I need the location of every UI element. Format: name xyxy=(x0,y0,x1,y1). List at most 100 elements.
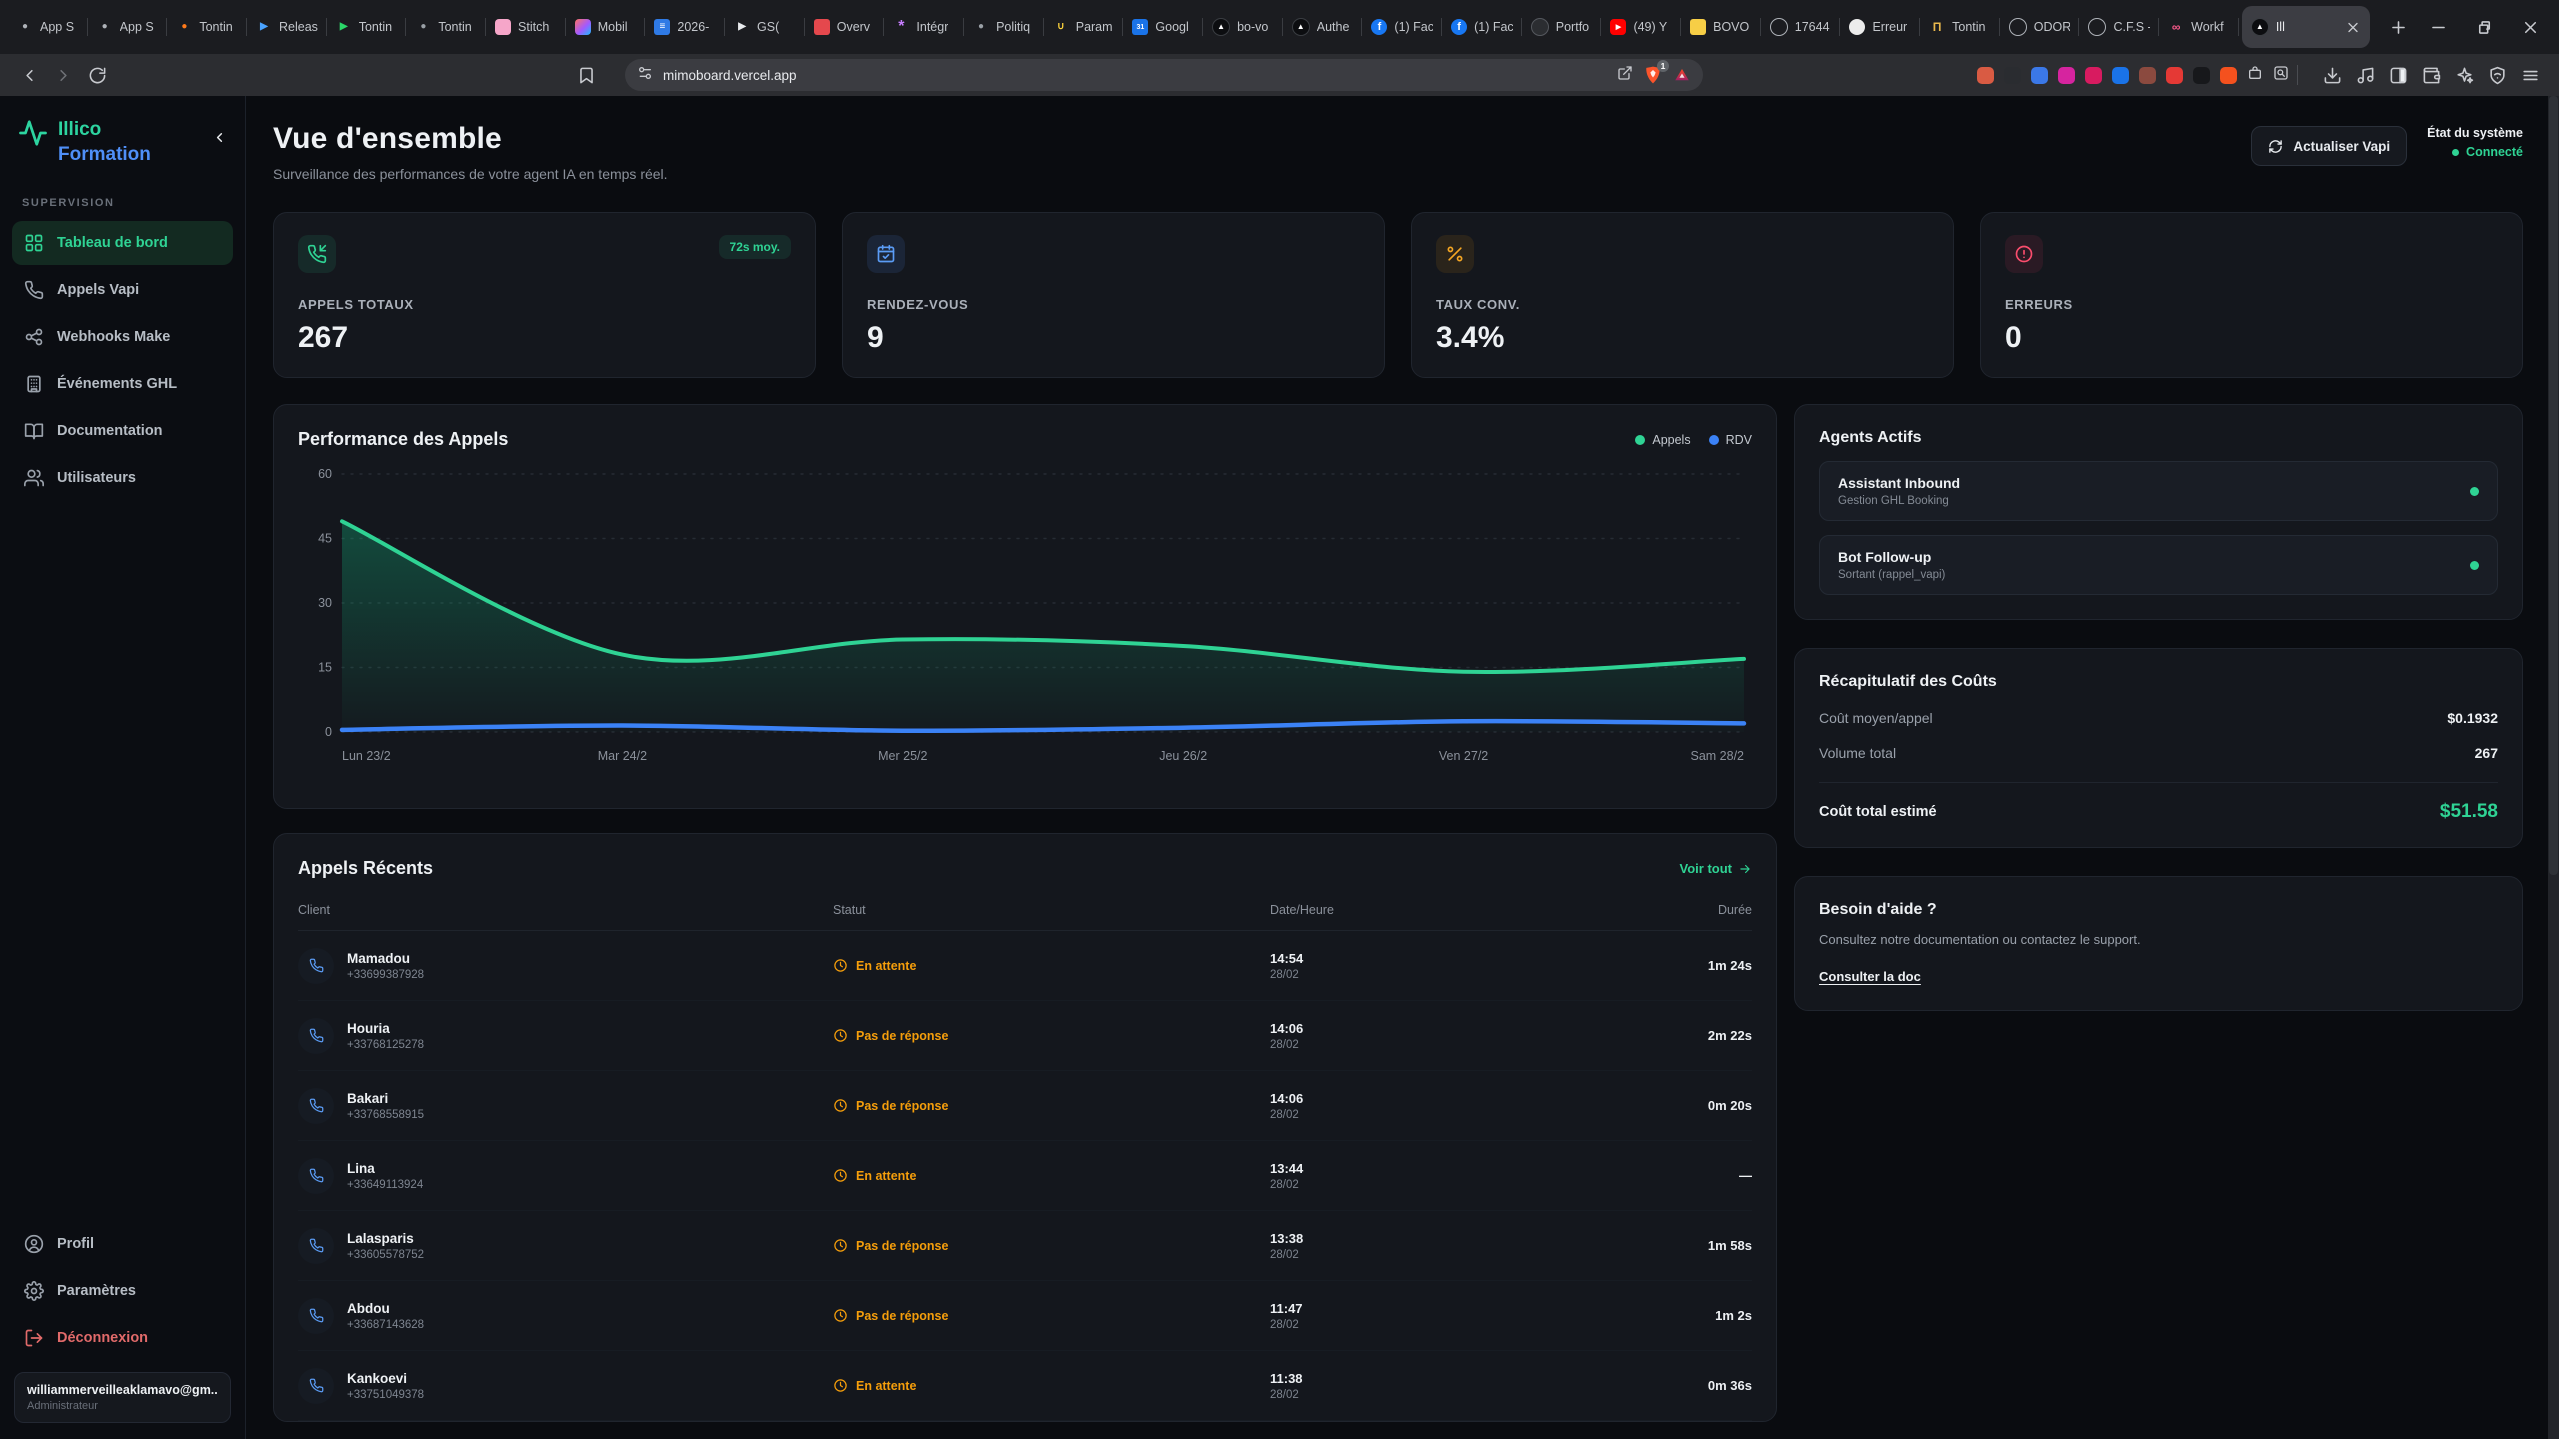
browser-tab[interactable]: BOVO xyxy=(1681,0,1761,54)
page-scrollbar[interactable] xyxy=(2548,96,2559,1439)
browser-tab[interactable]: ▶GS( xyxy=(725,0,805,54)
bookmark-icon[interactable] xyxy=(569,58,603,92)
extension-icon-9[interactable] xyxy=(2193,67,2210,84)
downloads-icon[interactable] xyxy=(2316,58,2349,92)
sidebar-item-profil[interactable]: Profil xyxy=(12,1222,233,1266)
sidebar-item-webhooks-make[interactable]: Webhooks Make xyxy=(12,315,233,359)
menu-icon[interactable] xyxy=(2514,58,2547,92)
browser-tab[interactable]: ▲Authe xyxy=(1283,0,1363,54)
call-table-row[interactable]: Lina+33649113924En attente13:4428/02— xyxy=(298,1141,1752,1211)
restore-button[interactable] xyxy=(2461,0,2507,54)
browser-tab[interactable]: f(1) Fac xyxy=(1362,0,1442,54)
sidebar-item-parametres[interactable]: Paramètres xyxy=(12,1269,233,1313)
extension-icon-3[interactable] xyxy=(2031,67,2048,84)
extensions-puzzle-icon[interactable] xyxy=(2247,65,2263,86)
percent-icon xyxy=(1436,235,1474,273)
call-table-row[interactable]: Bakari+33768558915Pas de réponse14:0628/… xyxy=(298,1071,1752,1141)
browser-tab[interactable]: ●Politiq xyxy=(964,0,1044,54)
graydot-favicon: ● xyxy=(415,19,431,35)
extension-icon-4[interactable] xyxy=(2058,67,2075,84)
call-table-row[interactable]: Mamadou+33699387928En attente14:5428/021… xyxy=(298,931,1752,1001)
browser-tab[interactable]: Portfo xyxy=(1522,0,1602,54)
browser-tab[interactable]: Erreur xyxy=(1840,0,1920,54)
agent-row-assistant-inbound[interactable]: Assistant Inbound Gestion GHL Booking xyxy=(1819,461,2498,521)
call-table-row[interactable]: Kankoevi+33751049378En attente11:3828/02… xyxy=(298,1351,1752,1421)
extension-icon-1[interactable] xyxy=(1977,67,1994,84)
brave-rewards-icon[interactable] xyxy=(1673,66,1691,84)
browser-tab[interactable]: ▶Releas xyxy=(247,0,327,54)
browser-tab[interactable]: ≡2026- xyxy=(645,0,725,54)
browser-tab[interactable]: C.F.S - xyxy=(2079,0,2159,54)
browser-tab[interactable]: ODOR xyxy=(2000,0,2080,54)
sidebar-item-deconnexion[interactable]: Déconnexion xyxy=(12,1316,233,1360)
browser-tab[interactable]: 17644 xyxy=(1761,0,1841,54)
browser-tab[interactable]: f(1) Fac xyxy=(1442,0,1522,54)
call-table-row[interactable]: Abdou+33687143628Pas de réponse11:4728/0… xyxy=(298,1281,1752,1351)
sidebar: Illico Formation SUPERVISION Tableau de … xyxy=(0,96,246,1439)
sidebar-item-tableau-de-bord[interactable]: Tableau de bord xyxy=(12,221,233,265)
sidebar-item-evenements-ghl[interactable]: Événements GHL xyxy=(12,362,233,406)
extension-icon-6[interactable] xyxy=(2112,67,2129,84)
call-table-row[interactable]: Lalasparis+33605578752Pas de réponse13:3… xyxy=(298,1211,1752,1281)
extension-icon-8[interactable] xyxy=(2166,67,2183,84)
vpn-shield-icon[interactable] xyxy=(2481,58,2514,92)
browser-tab[interactable]: ∪Param xyxy=(1044,0,1124,54)
url-bar[interactable]: mimoboard.vercel.app 1 xyxy=(625,59,1703,91)
site-settings-icon[interactable] xyxy=(637,65,653,86)
search-tabs-icon[interactable] xyxy=(2273,65,2289,86)
view-all-link[interactable]: Voir tout xyxy=(1680,861,1752,876)
sidebar-item-documentation[interactable]: Documentation xyxy=(12,409,233,453)
browser-tab[interactable]: ΠTontin xyxy=(1920,0,2000,54)
docs-link[interactable]: Consulter la doc xyxy=(1819,969,1921,984)
browser-tab[interactable]: ●App S xyxy=(88,0,168,54)
back-button[interactable] xyxy=(12,58,46,92)
reload-button[interactable] xyxy=(80,58,114,92)
svg-text:Jeu 26/2: Jeu 26/2 xyxy=(1159,749,1207,763)
legend-dot-rdv xyxy=(1709,435,1719,445)
browser-tab[interactable]: Stitch xyxy=(486,0,566,54)
scrollbar-thumb[interactable] xyxy=(2549,96,2558,875)
browser-tab[interactable]: ●Tontin xyxy=(167,0,247,54)
browser-tab[interactable]: ∞Workf xyxy=(2159,0,2239,54)
leo-ai-icon[interactable] xyxy=(2448,58,2481,92)
browser-tab[interactable]: ▶(49) Y xyxy=(1601,0,1681,54)
extension-icon-10[interactable] xyxy=(2220,67,2237,84)
browser-tab[interactable]: 31Googl xyxy=(1123,0,1203,54)
sidebar-toggle-icon[interactable] xyxy=(2382,58,2415,92)
agent-row-bot-follow-up[interactable]: Bot Follow-up Sortant (rappel_vapi) xyxy=(1819,535,2498,595)
sidebar-item-utilisateurs[interactable]: Utilisateurs xyxy=(12,456,233,500)
browser-tab[interactable]: *Intégr xyxy=(884,0,964,54)
user-chip[interactable]: williammerveilleaklamavo@gm... Administr… xyxy=(14,1372,231,1423)
media-icon[interactable] xyxy=(2349,58,2382,92)
tab-close-icon[interactable] xyxy=(2345,19,2361,35)
call-table-row[interactable]: Houria+33768125278Pas de réponse14:0628/… xyxy=(298,1001,1752,1071)
browser-tab[interactable]: Overv xyxy=(805,0,885,54)
main-content: Vue d'ensemble Surveillance des performa… xyxy=(246,96,2559,1439)
sidebar-item-appels-vapi[interactable]: Appels Vapi xyxy=(12,268,233,312)
minimize-button[interactable] xyxy=(2415,0,2461,54)
column-header-statut: Statut xyxy=(833,903,1270,917)
refresh-vapi-button[interactable]: Actualiser Vapi xyxy=(2251,126,2407,166)
sidebar-collapse-button[interactable] xyxy=(212,130,227,150)
extension-icon-2[interactable] xyxy=(2004,67,2021,84)
brave-shield-icon[interactable]: 1 xyxy=(1643,65,1663,85)
browser-tab[interactable]: ●App S xyxy=(8,0,88,54)
svg-text:Mer 25/2: Mer 25/2 xyxy=(878,749,927,763)
browser-tab[interactable]: ▶Tontin xyxy=(327,0,407,54)
new-tab-button[interactable] xyxy=(2381,10,2415,44)
cost-row-avg: Coût moyen/appel $0.1932 xyxy=(1819,710,2498,726)
url-text[interactable]: mimoboard.vercel.app xyxy=(663,68,797,83)
call-time: 11:47 xyxy=(1270,1301,1634,1316)
extension-icon-7[interactable] xyxy=(2139,67,2156,84)
browser-tab[interactable]: ▲bo-vo xyxy=(1203,0,1283,54)
share-icon[interactable] xyxy=(1617,65,1633,86)
browser-tab[interactable]: ●Tontin xyxy=(406,0,486,54)
extension-icon-5[interactable] xyxy=(2085,67,2102,84)
cost-value: $0.1932 xyxy=(2447,710,2498,726)
forward-button[interactable] xyxy=(46,58,80,92)
wallet-icon[interactable] xyxy=(2415,58,2448,92)
status-text: En attente xyxy=(856,959,916,973)
close-window-button[interactable] xyxy=(2507,0,2553,54)
browser-tab[interactable]: Mobil xyxy=(566,0,646,54)
browser-tab-active[interactable]: ▲Ill xyxy=(2242,6,2370,48)
